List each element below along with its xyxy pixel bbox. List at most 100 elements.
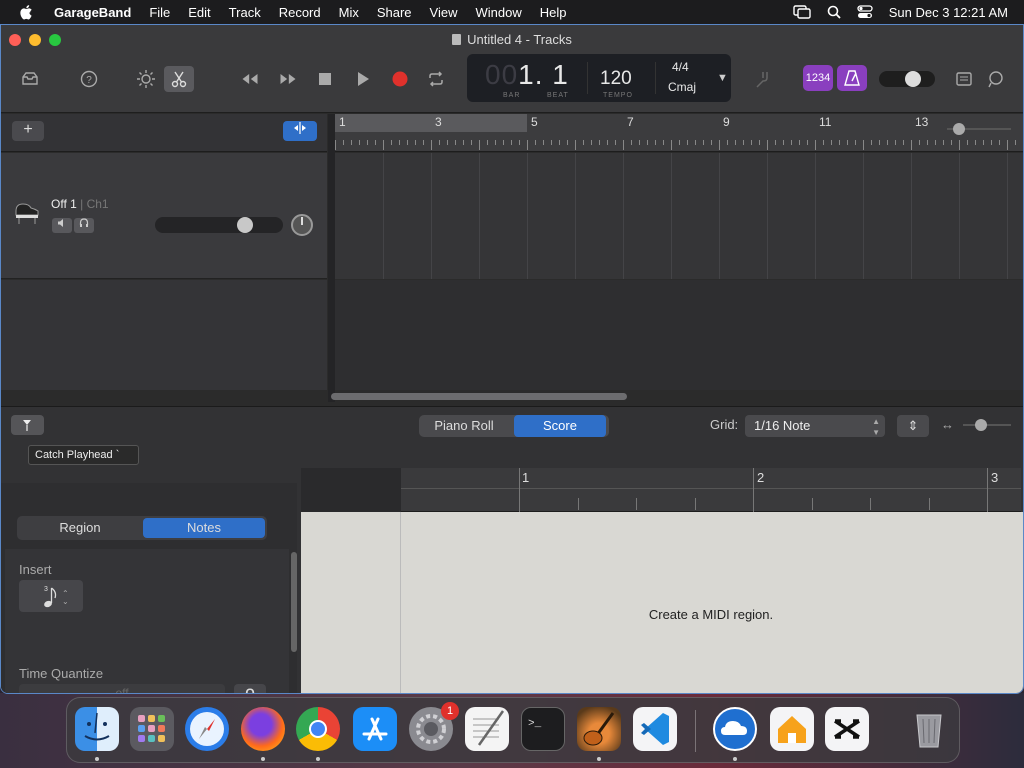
lcd-tempo[interactable]: 120 xyxy=(600,68,632,90)
arrange-zoom-slider[interactable] xyxy=(947,122,1011,136)
lcd-time-signature[interactable]: 4/4 xyxy=(672,60,689,74)
lcd-position-value: 1. 1 xyxy=(518,59,569,90)
menu-file[interactable]: File xyxy=(149,5,170,20)
loop-browser-button[interactable] xyxy=(981,66,1011,92)
launchpad-dock-icon[interactable] xyxy=(130,707,174,751)
finder-dock-icon[interactable] xyxy=(75,707,119,751)
catch-track-button[interactable] xyxy=(283,121,317,141)
lcd-bar-dim: 00 xyxy=(485,59,519,90)
sync-app-dock-icon[interactable] xyxy=(713,707,757,751)
tab-piano-roll[interactable]: Piano Roll xyxy=(423,415,505,437)
ruler-tick xyxy=(439,140,440,145)
menu-share[interactable]: Share xyxy=(377,5,412,20)
tab-score[interactable]: Score xyxy=(514,415,606,437)
cycle-button[interactable] xyxy=(421,66,451,92)
master-volume-knob[interactable] xyxy=(905,71,921,87)
dock-separator xyxy=(695,710,696,752)
track-volume-knob[interactable] xyxy=(237,217,253,233)
grand-piano-icon xyxy=(15,203,39,224)
track-pan-knob[interactable] xyxy=(291,214,313,236)
lcd-key[interactable]: Cmaj xyxy=(668,80,696,94)
count-in-button[interactable]: 1234 xyxy=(803,65,833,91)
control-center-icon[interactable] xyxy=(857,5,873,19)
editor-ruler[interactable]: 1 2 3 xyxy=(401,468,1021,512)
stop-button[interactable] xyxy=(310,66,340,92)
capcut-dock-icon[interactable] xyxy=(825,707,869,751)
play-button[interactable] xyxy=(348,66,378,92)
ruler-tick xyxy=(991,140,992,145)
fast-forward-button[interactable] xyxy=(273,66,303,92)
menu-track[interactable]: Track xyxy=(229,5,261,20)
library-button[interactable] xyxy=(15,66,45,92)
garageband-dock-icon[interactable] xyxy=(577,707,621,751)
tuner-button[interactable] xyxy=(746,66,776,92)
app-store-dock-icon[interactable] xyxy=(353,707,397,751)
menu-help[interactable]: Help xyxy=(540,5,567,20)
track-header-row[interactable]: Off 1 | Ch1 xyxy=(1,153,327,279)
track-name[interactable]: Off 1 | Ch1 xyxy=(51,197,109,211)
cycle-region[interactable] xyxy=(335,114,527,132)
apple-icon[interactable] xyxy=(18,3,36,21)
catch-playhead-button[interactable] xyxy=(11,415,44,435)
vertical-zoom-button[interactable]: ⇕ xyxy=(897,415,929,437)
menubar-clock[interactable]: Sun Dec 3 12:21 AM xyxy=(889,5,1008,20)
fast-forward-icon xyxy=(280,74,296,84)
arrange-empty-area[interactable] xyxy=(335,280,1023,390)
vscode-dock-icon[interactable] xyxy=(633,707,677,751)
safari-dock-icon[interactable] xyxy=(185,707,229,751)
record-button[interactable] xyxy=(385,66,415,92)
menu-window[interactable]: Window xyxy=(476,5,522,20)
menu-record[interactable]: Record xyxy=(279,5,321,20)
screen-mirroring-icon[interactable] xyxy=(793,5,811,19)
horizontal-scrollbar[interactable] xyxy=(331,393,627,400)
quantize-button[interactable]: Q xyxy=(234,684,266,693)
ruler-bar-label: 5 xyxy=(531,115,538,129)
editors-button[interactable] xyxy=(164,66,194,92)
tab-region[interactable]: Region xyxy=(19,518,141,538)
ruler-tick xyxy=(511,140,512,145)
cloud-sync-icon xyxy=(721,721,747,735)
lcd-display[interactable]: 001. 1 BAR BEAT 120 TEMPO 4/4 Cmaj ▼ xyxy=(467,54,731,102)
ruler-tick xyxy=(719,140,720,150)
horizontal-zoom-knob[interactable] xyxy=(975,419,987,431)
spotlight-search-icon[interactable] xyxy=(827,5,841,19)
terminal-dock-icon[interactable]: >_ xyxy=(521,707,565,751)
insert-note-selector[interactable]: 3 ⌃ ⌄ xyxy=(19,580,83,612)
firefox-dock-icon[interactable] xyxy=(241,707,285,751)
track-volume-slider[interactable] xyxy=(155,217,283,233)
textedit-dock-icon[interactable] xyxy=(465,707,509,751)
menu-bar: GarageBand File Edit Track Record Mix Sh… xyxy=(0,0,1024,24)
menu-edit[interactable]: Edit xyxy=(188,5,210,20)
metronome-button[interactable] xyxy=(837,65,867,91)
menu-view[interactable]: View xyxy=(430,5,458,20)
library-icon xyxy=(22,72,38,85)
chrome-dock-icon[interactable] xyxy=(296,707,340,751)
horizontal-zoom-slider[interactable] xyxy=(963,419,1011,431)
inspector-scrollbar[interactable] xyxy=(291,552,297,652)
ruler-tick xyxy=(575,140,576,150)
notepad-button[interactable] xyxy=(949,66,979,92)
arrange-track-lane[interactable] xyxy=(335,153,1023,279)
trash-dock-icon[interactable] xyxy=(907,707,951,751)
add-track-button[interactable]: + xyxy=(12,121,44,141)
track-list-empty-area[interactable] xyxy=(1,280,327,390)
solo-button[interactable] xyxy=(74,218,94,233)
mute-button[interactable] xyxy=(52,218,72,233)
ruler-tick xyxy=(623,140,624,150)
time-quantize-select[interactable]: off xyxy=(19,684,225,693)
home-dock-icon[interactable] xyxy=(770,707,814,751)
menu-app-name[interactable]: GarageBand xyxy=(54,5,131,20)
zoom-knob[interactable] xyxy=(953,123,965,135)
ruler-tick xyxy=(879,140,880,145)
ruler-tick xyxy=(895,140,896,145)
smart-controls-button[interactable] xyxy=(131,66,161,92)
quick-help-button[interactable]: ? xyxy=(74,66,104,92)
score-canvas[interactable]: Create a MIDI region. xyxy=(301,512,1023,693)
rewind-button[interactable] xyxy=(235,66,265,92)
master-volume-slider[interactable] xyxy=(879,71,935,87)
lcd-chevron-down-icon[interactable]: ▼ xyxy=(717,72,728,84)
arrange-ruler[interactable]: 1 3 5 7 9 11 13 xyxy=(335,114,1023,152)
grid-select[interactable]: 1/16 Note ▲ ▼ xyxy=(745,415,885,437)
menu-mix[interactable]: Mix xyxy=(339,5,359,20)
tab-notes[interactable]: Notes xyxy=(143,518,265,538)
